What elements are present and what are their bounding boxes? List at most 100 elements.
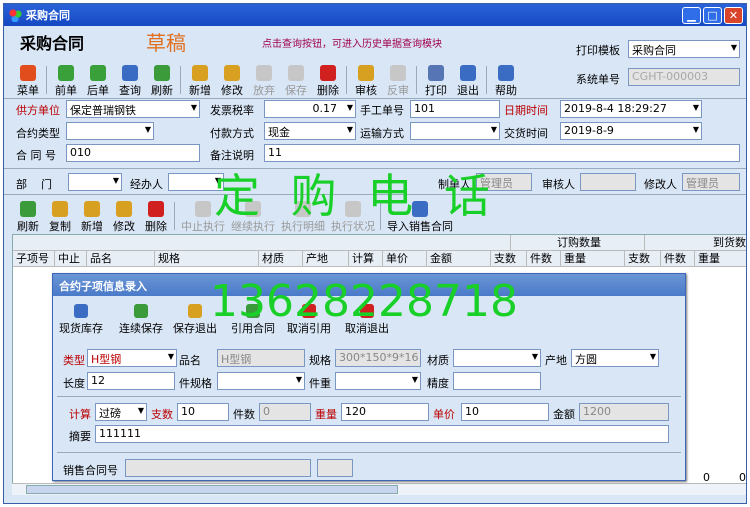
exit-button[interactable]: 退出 xyxy=(452,62,484,98)
import-button[interactable]: 导入销售合同 xyxy=(384,198,456,234)
invoice-tax-select[interactable]: 0.17 xyxy=(264,100,356,118)
detail-button: 执行明细 xyxy=(278,198,328,234)
contract-no-field[interactable]: 010 xyxy=(66,144,200,162)
datetime-select[interactable]: 2019-8-4 18:29:27 xyxy=(560,100,702,118)
stop-button: 中止执行 xyxy=(178,198,228,234)
divider xyxy=(4,98,746,99)
origin-select[interactable]: 方圆 xyxy=(571,349,659,367)
divider xyxy=(57,396,681,397)
toolbar-label: 打印 xyxy=(425,84,447,97)
help-button[interactable]: 帮助 xyxy=(490,62,522,98)
type-select[interactable]: H型钢 xyxy=(87,349,177,367)
menu-button[interactable]: 菜单 xyxy=(12,62,44,98)
material-select[interactable] xyxy=(453,349,541,367)
delivery-select[interactable]: 2019-8-9 xyxy=(560,122,702,140)
save-exit-button[interactable]: 保存退出 xyxy=(173,304,217,336)
new-button[interactable]: 新增 xyxy=(76,198,108,234)
supplier-label: 供方单位 xyxy=(16,104,60,117)
length-field[interactable]: 12 xyxy=(87,372,175,390)
search-icon xyxy=(74,304,88,318)
toolbar-label: 审核 xyxy=(355,84,377,97)
unlock-icon xyxy=(390,65,406,81)
search-button[interactable]: 现货库存 xyxy=(59,304,103,336)
weight-label: 重量 xyxy=(315,408,337,421)
toolbar-label: 前单 xyxy=(55,84,77,97)
horizontal-scrollbar[interactable] xyxy=(12,483,746,495)
delete-icon xyxy=(148,201,164,217)
weight-field[interactable]: 120 xyxy=(341,403,429,421)
edit-button[interactable]: 修改 xyxy=(216,62,248,98)
calc-select[interactable]: 过磅 xyxy=(95,403,147,421)
pay-method-select[interactable]: 现金 xyxy=(264,122,356,140)
grid-column-header[interactable]: 规格 xyxy=(155,251,259,267)
piece-spec-select[interactable] xyxy=(217,372,305,390)
refresh-button[interactable]: 刷新 xyxy=(146,62,178,98)
next-record-icon xyxy=(90,65,106,81)
dialog-title: 合约子项信息录入 xyxy=(53,274,685,296)
save-exit-icon xyxy=(188,304,202,318)
transport-select[interactable] xyxy=(410,122,500,140)
print-template-select[interactable]: 采购合同 xyxy=(628,40,740,58)
grid-column-header[interactable]: 金额 xyxy=(427,251,491,267)
remark-field[interactable]: 11 xyxy=(264,144,740,162)
toolbar-label: 退出 xyxy=(457,84,479,97)
grid-column-header[interactable]: 子项号 xyxy=(13,251,55,267)
menu-icon xyxy=(20,65,36,81)
print-button[interactable]: 打印 xyxy=(420,62,452,98)
delete-button[interactable]: 删除 xyxy=(312,62,344,98)
grid-column-header[interactable]: 品名 xyxy=(87,251,155,267)
name-label: 品名 xyxy=(179,354,201,367)
sales-no-lookup[interactable] xyxy=(317,459,353,477)
price-field[interactable]: 10 xyxy=(461,403,549,421)
ref-contract-button[interactable]: 引用合同 xyxy=(231,304,275,336)
count-label: 支数 xyxy=(151,408,173,421)
contract-type-select[interactable] xyxy=(66,122,154,140)
lock-button[interactable]: 审核 xyxy=(350,62,382,98)
grid-column-header[interactable]: 件数 xyxy=(661,251,695,267)
supplier-select[interactable]: 保定普瑞钢铁 xyxy=(66,100,200,118)
copy-button[interactable]: 复制 xyxy=(44,198,76,234)
cancel-ref-button[interactable]: 取消引用 xyxy=(287,304,331,336)
edit-icon xyxy=(116,201,132,217)
grid-column-header[interactable]: 重量 xyxy=(695,251,746,267)
count-field[interactable]: 10 xyxy=(177,403,229,421)
pieces-field: 0 xyxy=(259,403,311,421)
refresh-button[interactable]: 刷新 xyxy=(12,198,44,234)
grid-group-blank xyxy=(13,235,511,251)
manual-no-field[interactable]: 101 xyxy=(410,100,500,118)
scroll-thumb[interactable] xyxy=(26,485,398,494)
close-button[interactable]: ✕ xyxy=(724,6,743,24)
grid-column-header[interactable]: 材质 xyxy=(259,251,303,267)
cancel-exit-button[interactable]: 取消退出 xyxy=(345,304,389,336)
new-button[interactable]: 新增 xyxy=(184,62,216,98)
handler-select[interactable] xyxy=(168,173,224,191)
minimize-button[interactable]: ▁ xyxy=(682,6,701,24)
grid-column-header[interactable]: 产地 xyxy=(303,251,349,267)
grid-column-header[interactable]: 支数 xyxy=(625,251,661,267)
toolbar-label: 保存 xyxy=(285,84,307,97)
toolbar-separator xyxy=(174,202,176,230)
grid-column-header[interactable]: 计算 xyxy=(349,251,383,267)
grid-group-ordered: 订购数量 xyxy=(511,235,645,251)
save-continue-button[interactable]: 连续保存 xyxy=(119,304,163,336)
grid-column-header[interactable]: 重量 xyxy=(561,251,625,267)
delete-button[interactable]: 删除 xyxy=(140,198,172,234)
toolbar-label: 引用合同 xyxy=(231,322,275,335)
search-button[interactable]: 查询 xyxy=(114,62,146,98)
grid-column-header[interactable]: 中止 xyxy=(55,251,87,267)
piece-weight-select[interactable] xyxy=(335,372,421,390)
price-label: 单价 xyxy=(433,408,455,421)
grid-column-header[interactable]: 件数 xyxy=(527,251,561,267)
grid-column-header[interactable]: 支数 xyxy=(491,251,527,267)
precision-field[interactable] xyxy=(453,372,541,390)
grid-column-header[interactable]: 单价 xyxy=(383,251,427,267)
divider xyxy=(4,168,746,169)
maximize-button[interactable]: □ xyxy=(703,6,722,24)
edit-button[interactable]: 修改 xyxy=(108,198,140,234)
divider xyxy=(4,194,746,195)
dept-select[interactable] xyxy=(68,173,122,191)
prev-record-button[interactable]: 前单 xyxy=(50,62,82,98)
modifier-field: 管理员 xyxy=(682,173,740,191)
next-record-button[interactable]: 后单 xyxy=(82,62,114,98)
summary-field[interactable]: 111111 xyxy=(95,425,669,443)
